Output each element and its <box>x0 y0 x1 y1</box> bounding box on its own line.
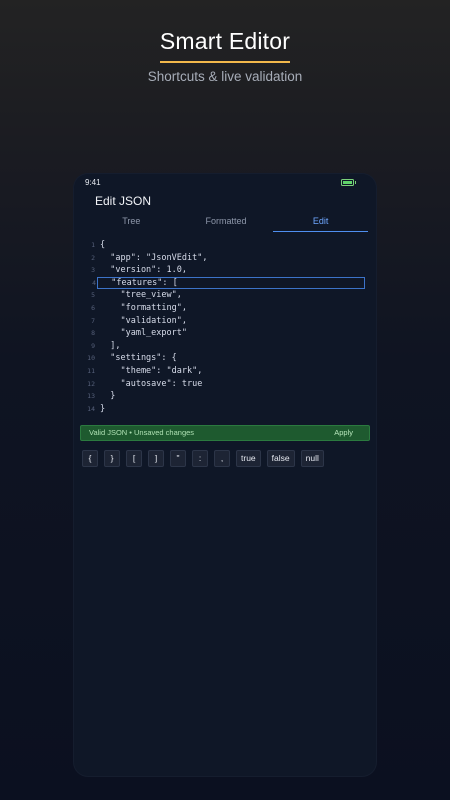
apply-button[interactable]: Apply <box>334 428 353 437</box>
code-line-current[interactable]: 4 "features": [ <box>92 276 365 290</box>
hero-subtitle: Shortcuts & live validation <box>147 69 303 84</box>
shortcut-key[interactable]: true <box>236 450 261 467</box>
code-text: "features": [ <box>101 277 178 288</box>
code-line[interactable]: 11 "theme": "dark", <box>82 365 370 378</box>
line-number: 1 <box>91 241 95 249</box>
code-line[interactable]: 2 "app": "JsonVEdit", <box>82 252 370 265</box>
line-number: 2 <box>91 253 95 262</box>
code-line[interactable]: 7 "validation", <box>82 315 370 328</box>
json-code-editor[interactable]: 1{2 "app": "JsonVEdit", 3 "version": 1.0,… <box>82 239 370 415</box>
shortcut-key[interactable]: null <box>300 450 324 467</box>
shortcut-key[interactable]: , <box>214 450 230 467</box>
line-number: 12 <box>87 379 95 388</box>
line-number: 8 <box>91 329 95 338</box>
line-number: 5 <box>91 291 95 300</box>
code-text: ], <box>100 340 121 351</box>
line-number: 11 <box>87 366 95 375</box>
shortcut-key-bar: {} [] ":, true false null <box>82 450 324 467</box>
code-line[interactable]: 1{ <box>82 239 370 252</box>
shortcut-key[interactable]: { <box>82 450 98 467</box>
shortcut-key[interactable]: false <box>266 450 295 467</box>
code-line[interactable]: 10 "settings": { <box>82 352 370 365</box>
hero-title: Smart Editor <box>159 28 291 54</box>
code-line[interactable]: 14} <box>82 403 370 416</box>
code-line[interactable]: 9 ], <box>82 340 370 353</box>
status-time: 9:41 <box>85 178 101 187</box>
line-number: 14 <box>87 404 95 413</box>
code-text: "settings": { <box>100 353 177 364</box>
line-number: 10 <box>87 354 95 363</box>
code-text: "tree_view", <box>100 290 182 301</box>
shortcut-key[interactable]: ] <box>148 450 164 467</box>
tab-tree[interactable]: Tree <box>84 214 179 232</box>
code-text: "version": 1.0, <box>100 265 187 276</box>
code-text: "theme": "dark", <box>100 365 203 376</box>
code-text: "app": "JsonVEdit", <box>100 252 208 263</box>
code-text: "formatting", <box>100 302 187 313</box>
code-text: "yaml_export" <box>100 328 187 339</box>
shortcut-key[interactable]: [ <box>126 450 142 467</box>
code-line[interactable]: 5 "tree_view", <box>82 289 370 302</box>
line-number: 13 <box>87 392 95 401</box>
code-text: } <box>100 403 106 414</box>
code-text: "autosave": true <box>100 378 203 389</box>
code-line[interactable]: 3 "version": 1.0, <box>82 264 370 277</box>
shortcut-key[interactable]: : <box>192 450 208 467</box>
phone-screen: 9:41 Edit JSON Tree Formatted Edit 1{2 "… <box>74 174 376 776</box>
code-line[interactable]: 12 "autosave": true <box>82 378 370 391</box>
validation-status-bar: Valid JSON • Unsaved changes Apply <box>80 425 370 441</box>
shortcut-key[interactable]: " <box>170 450 186 467</box>
code-text: } <box>100 391 116 402</box>
line-number: 9 <box>91 341 95 350</box>
page-title: Edit JSON <box>95 194 152 208</box>
battery-full-icon <box>341 179 356 186</box>
code-line[interactable]: 6 "formatting", <box>82 302 370 315</box>
title-underline <box>160 61 290 63</box>
line-number: 3 <box>91 266 95 275</box>
shortcut-key[interactable]: } <box>104 450 120 467</box>
code-line[interactable]: 8 "yaml_export" <box>82 327 370 340</box>
code-text: "validation", <box>100 315 187 326</box>
tab-edit[interactable]: Edit <box>273 214 369 232</box>
line-number: 6 <box>91 303 95 312</box>
validation-status-text: Valid JSON • Unsaved changes <box>89 428 195 437</box>
tab-formatted[interactable]: Formatted <box>179 214 274 232</box>
line-number: 4 <box>92 278 96 287</box>
line-number: 7 <box>91 316 95 325</box>
code-text: { <box>100 240 106 250</box>
code-line[interactable]: 13 } <box>82 390 370 403</box>
view-tabs: Tree Formatted Edit <box>84 214 369 232</box>
